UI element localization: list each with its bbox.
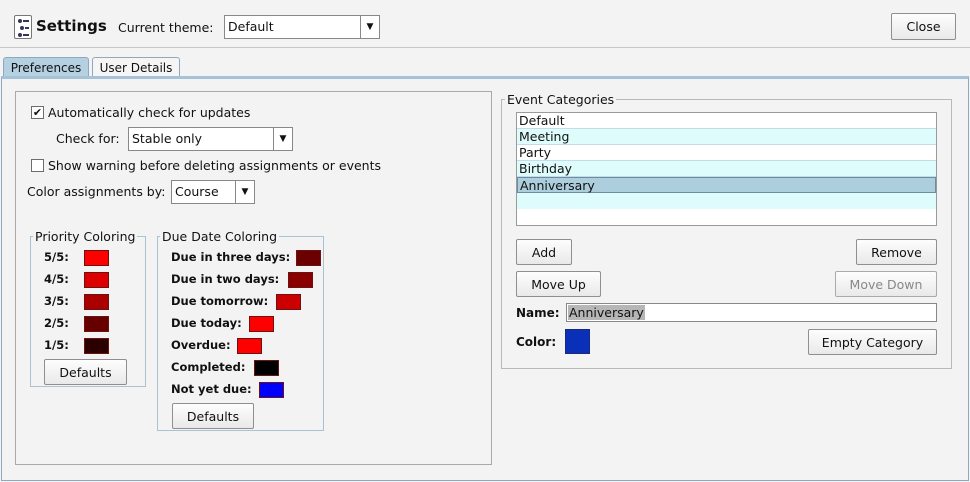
priority-2-label: 2/5: — [44, 316, 69, 330]
event-categories-legend: Event Categories — [505, 92, 617, 107]
color-by-label: Color assignments by: — [27, 184, 166, 199]
due-date-defaults-button[interactable]: Defaults — [172, 403, 254, 429]
priority-2-swatch[interactable] — [84, 316, 109, 332]
auto-update-checkbox[interactable]: ✔ — [31, 106, 44, 119]
event-categories-list[interactable]: Default Meeting Party Birthday Anniversa… — [516, 112, 937, 226]
due-date-coloring-legend: Due Date Coloring — [160, 229, 280, 244]
category-name-value: Anniversary — [568, 305, 645, 320]
completed-swatch[interactable] — [254, 360, 279, 376]
chevron-down-icon[interactable]: ▼ — [360, 16, 379, 38]
name-label: Name: — [516, 306, 560, 320]
color-by-value: Course — [175, 184, 219, 199]
priority-coloring-legend: Priority Coloring — [33, 229, 138, 244]
chevron-down-icon[interactable]: ▼ — [235, 181, 254, 203]
warning-label: Show warning before deleting assignments… — [48, 158, 381, 173]
completed-label: Completed: — [171, 360, 246, 374]
not-yet-due-label: Not yet due: — [171, 382, 252, 396]
due-today-swatch[interactable] — [249, 316, 274, 332]
window-title: Settings — [36, 17, 107, 35]
priority-3-swatch[interactable] — [84, 294, 109, 310]
empty-category-button[interactable]: Empty Category — [808, 329, 937, 355]
not-yet-due-swatch[interactable] — [259, 382, 284, 398]
color-by-select[interactable]: Course ▼ — [171, 180, 255, 204]
priority-5-label: 5/5: — [44, 250, 69, 264]
list-item[interactable]: Meeting — [517, 129, 936, 145]
warning-checkbox[interactable] — [31, 159, 44, 172]
header-divider — [0, 47, 970, 48]
priority-1-swatch[interactable] — [84, 338, 109, 354]
category-name-input[interactable]: Anniversary — [566, 303, 937, 322]
move-down-button[interactable]: Move Down — [835, 271, 937, 297]
tab-preferences[interactable]: Preferences — [3, 57, 89, 77]
move-up-button[interactable]: Move Up — [516, 271, 601, 297]
check-for-select[interactable]: Stable only ▼ — [128, 127, 293, 151]
priority-4-label: 4/5: — [44, 272, 69, 286]
list-empty-row — [517, 193, 936, 209]
priority-1-label: 1/5: — [44, 338, 69, 352]
theme-label: Current theme: — [118, 20, 214, 35]
priority-defaults-button[interactable]: Defaults — [44, 359, 127, 385]
tab-user-details[interactable]: User Details — [92, 57, 180, 77]
due-three-days-label: Due in three days: — [171, 250, 291, 264]
list-item[interactable]: Party — [517, 145, 936, 161]
chevron-down-icon[interactable]: ▼ — [273, 128, 292, 150]
theme-select[interactable]: Default ▼ — [224, 15, 380, 39]
close-button[interactable]: Close — [891, 13, 956, 40]
due-two-days-swatch[interactable] — [288, 272, 313, 288]
app-icon — [14, 15, 32, 39]
category-color-swatch[interactable] — [565, 329, 590, 354]
priority-4-swatch[interactable] — [84, 272, 109, 288]
list-item-selected[interactable]: Anniversary — [517, 177, 936, 193]
check-for-value: Stable only — [132, 131, 203, 146]
priority-3-label: 3/5: — [44, 294, 69, 308]
list-item[interactable]: Birthday — [517, 161, 936, 177]
add-category-button[interactable]: Add — [516, 239, 572, 265]
list-item[interactable]: Default — [517, 113, 936, 129]
due-tomorrow-label: Due tomorrow: — [171, 294, 269, 308]
priority-5-swatch[interactable] — [84, 250, 109, 266]
due-tomorrow-swatch[interactable] — [276, 294, 301, 310]
remove-category-button[interactable]: Remove — [856, 239, 937, 265]
due-today-label: Due today: — [171, 316, 242, 330]
due-two-days-label: Due in two days: — [171, 272, 280, 286]
overdue-label: Overdue: — [171, 338, 231, 352]
check-for-label: Check for: — [56, 131, 120, 146]
overdue-swatch[interactable] — [237, 338, 262, 354]
auto-update-label: Automatically check for updates — [48, 105, 251, 120]
color-label: Color: — [516, 335, 557, 349]
theme-select-value: Default — [228, 19, 274, 34]
due-three-days-swatch[interactable] — [296, 250, 321, 266]
